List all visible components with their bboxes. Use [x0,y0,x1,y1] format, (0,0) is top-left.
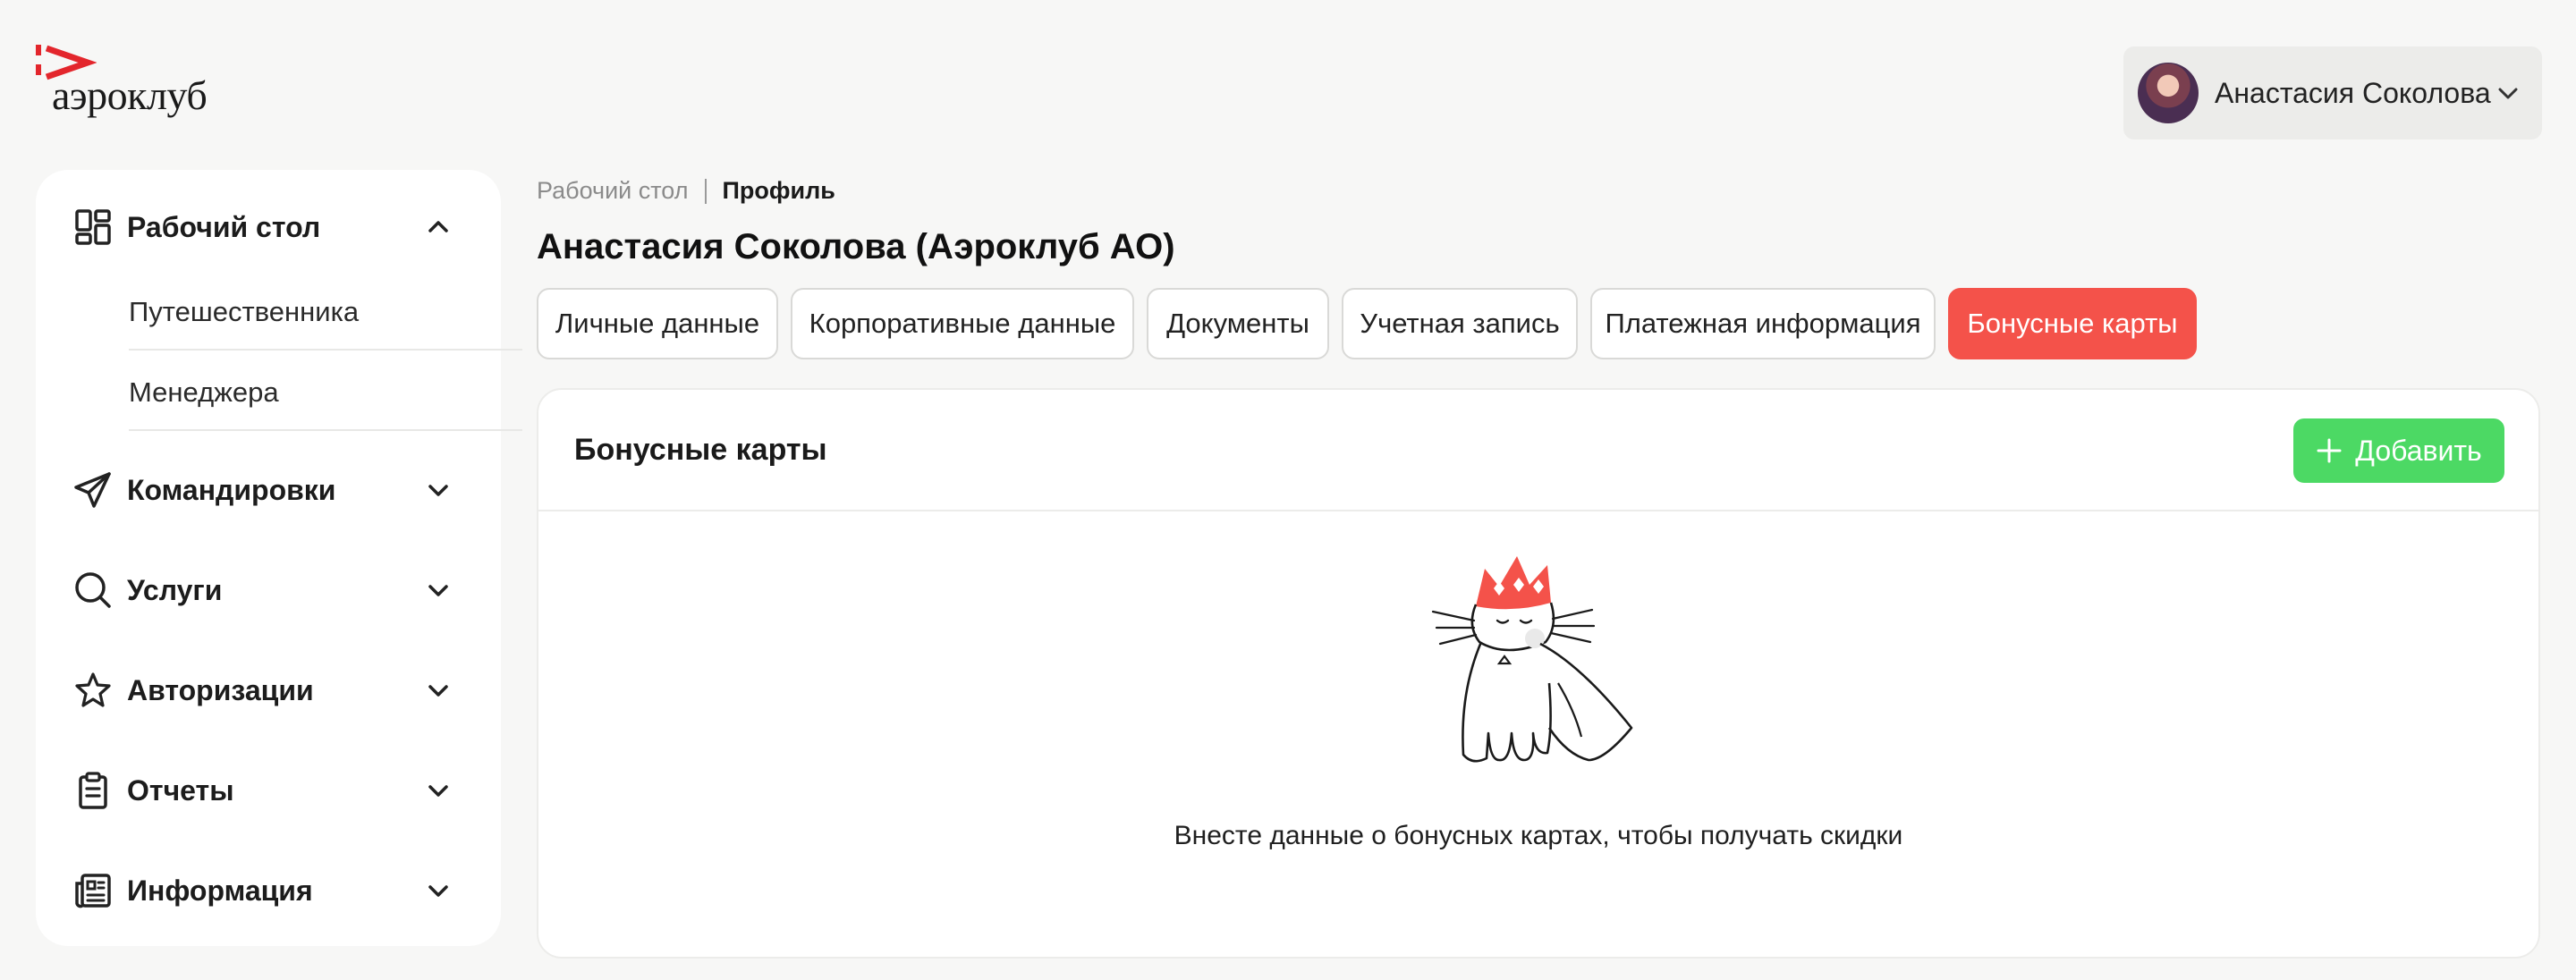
sidebar-item-information[interactable]: Информация [73,866,494,916]
sidebar: Рабочий стол Путешественника Менеджера К… [36,170,522,946]
aeroclub-logo[interactable]: аэроклуб [34,41,231,122]
breadcrumb-dashboard-link[interactable]: Рабочий стол [537,177,689,205]
add-button-label: Добавить [2355,434,2482,467]
sidebar-item-label: Авторизации [127,673,314,706]
chevron-down-icon[interactable] [426,477,451,503]
chevron-down-icon[interactable] [426,778,451,803]
search-icon [73,570,113,610]
chevron-up-icon[interactable] [426,215,451,240]
avatar [2138,63,2199,123]
sidebar-item-services[interactable]: Услуги [73,565,494,615]
tab-payment-info[interactable]: Платежная информация [1590,288,1936,359]
sidebar-item-dashboard[interactable]: Рабочий стол [73,202,494,252]
newspaper-icon [73,871,113,910]
breadcrumb-separator [704,178,707,204]
crowned-cat-illustration [1431,556,1633,763]
tab-personal-data[interactable]: Личные данные [537,288,778,359]
chevron-down-icon [2498,88,2518,99]
sidebar-item-label: Отчеты [127,773,234,807]
user-menu-button[interactable]: Анастасия Соколова [2123,46,2542,139]
divider [538,510,2538,511]
sidebar-subitem-manager[interactable]: Менеджера [129,352,522,433]
paper-plane-icon [73,470,113,510]
divider [129,429,522,431]
tab-account[interactable]: Учетная запись [1342,288,1578,359]
chevron-down-icon[interactable] [426,678,451,703]
star-icon [73,671,113,710]
page-title: Анастасия Соколова (Аэроклуб АО) [537,227,1175,266]
user-name: Анастасия Соколова [2215,76,2491,109]
breadcrumb: Рабочий стол Профиль [537,177,835,205]
clipboard-icon [73,771,113,810]
tab-documents[interactable]: Документы [1147,288,1329,359]
add-bonus-card-button[interactable]: Добавить [2293,418,2504,483]
divider [129,349,522,351]
logo-wordmark: аэроклуб [52,72,208,118]
plus-icon [2317,438,2342,463]
tab-bonus-cards[interactable]: Бонусные карты [1948,288,2197,359]
empty-state-message: Внесте данные о бонусных картах, чтобы п… [1174,821,1903,850]
tab-corporate-data[interactable]: Корпоративные данные [791,288,1134,359]
sidebar-item-label: Услуги [127,573,223,606]
sidebar-item-label: Рабочий стол [127,210,321,243]
dashboard-icon [73,207,113,247]
breadcrumb-current: Профиль [722,177,835,204]
sidebar-item-label: Командировки [127,473,336,506]
sidebar-item-label: Информация [127,874,313,907]
chevron-down-icon[interactable] [426,878,451,903]
sidebar-item-trips[interactable]: Командировки [73,465,494,515]
panel-title: Бонусные карты [574,433,827,467]
chevron-down-icon[interactable] [426,578,451,603]
bonus-cards-panel: Бонусные карты Добавить Внесте данные о … [537,388,2540,959]
sidebar-item-reports[interactable]: Отчеты [73,765,494,815]
sidebar-item-authorizations[interactable]: Авторизации [73,665,494,715]
sidebar-subitem-traveler[interactable]: Путешественника [129,272,522,352]
